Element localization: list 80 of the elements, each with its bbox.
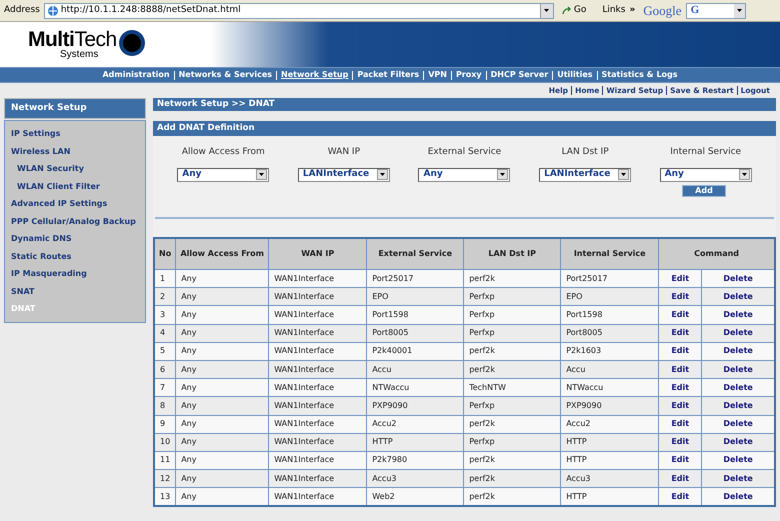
table-cell: 9 — [154, 415, 176, 434]
table-cell: Port1598 — [560, 306, 659, 324]
nav-link[interactable]: Networks & Services — [178, 69, 272, 81]
sidebar-link[interactable]: IP Settings — [11, 125, 139, 142]
table-cell: 3 — [154, 306, 176, 324]
table-cell: perf2k — [464, 415, 561, 434]
sidebar-link[interactable]: Dynamic DNS — [11, 230, 139, 248]
table-cell: Any — [176, 396, 269, 415]
dropdown[interactable]: LANInterface — [539, 168, 632, 182]
table-cell: Port8005 — [366, 324, 464, 342]
field-label: Allow Access From — [182, 146, 265, 159]
sidebar-link[interactable]: Wireless LAN — [11, 142, 139, 160]
nav-link[interactable]: Administration — [102, 69, 170, 81]
table-cell: P2k1603 — [560, 342, 659, 360]
field-label: Internal Service — [670, 146, 742, 159]
address-field[interactable]: http://10.1.1.248:8888/netSetDnat.html — [44, 2, 554, 18]
table-cell: WAN1Interface — [268, 306, 367, 324]
table-cell: Any — [176, 324, 269, 342]
sidebar-link[interactable]: WLAN Security — [11, 160, 139, 178]
field-label: External Service — [428, 146, 502, 159]
breadcrumb: Network Setup >> DNAT — [153, 98, 776, 111]
add-button[interactable]: Add — [682, 184, 726, 196]
table-cell: 8 — [154, 396, 176, 415]
table-cell: Any — [176, 415, 269, 434]
sidebar-title: Network Setup — [4, 98, 146, 119]
table-cell: HTTP — [366, 433, 464, 452]
table-cell: 10 — [154, 433, 176, 452]
nav-link[interactable]: VPN — [428, 69, 447, 81]
table-cell: Port8005 — [560, 324, 659, 342]
table-cell: perf2k — [464, 342, 561, 360]
panel-title: Add DNAT Definition — [153, 121, 776, 136]
go-arrow-icon — [562, 6, 572, 16]
nav-link[interactable]: Proxy — [456, 69, 482, 81]
table-cell: HTTP — [560, 433, 659, 452]
table-cell: Perfxp — [464, 433, 561, 452]
links-label[interactable]: Links — [602, 4, 626, 18]
table-cell: Perfxp — [464, 324, 561, 342]
table-cell: Any — [176, 342, 269, 360]
table-cell: Port1598 — [366, 306, 464, 324]
nav-link[interactable]: Packet Filters — [357, 69, 420, 81]
sidebar-link[interactable]: WLAN Client Filter — [11, 178, 139, 195]
nav-link[interactable]: Network Setup — [281, 69, 348, 81]
table-cell: WAN1Interface — [268, 324, 367, 342]
table-cell: Any — [176, 433, 269, 452]
table-cell: Perfxp — [464, 396, 561, 415]
more-chevron[interactable]: » — [629, 4, 636, 18]
table-cell: 5 — [154, 342, 176, 360]
table-cell: Any — [176, 306, 269, 324]
search-brand: Google — [643, 2, 682, 20]
dropdown[interactable]: Any — [660, 168, 752, 182]
table-cell: WAN1Interface — [268, 415, 367, 434]
table-cell: Accu2 — [560, 415, 659, 434]
table-cell: WAN1Interface — [268, 342, 367, 360]
sidebar-link[interactable]: Advanced IP Settings — [11, 195, 139, 212]
sidebar-link[interactable]: SNAT — [11, 282, 139, 300]
table-cell: PXP9090 — [366, 396, 464, 415]
page-icon — [46, 4, 59, 16]
table-cell: PXP9090 — [560, 396, 659, 415]
dropdown[interactable]: Any — [177, 168, 270, 182]
table-cell: Accu2 — [366, 415, 464, 434]
search-field[interactable]: G — [686, 2, 746, 18]
sidebar-link[interactable]: IP Masquerading — [11, 265, 139, 282]
table-cell: P2k40001 — [366, 342, 464, 360]
nav-link[interactable]: Statistics & Logs — [602, 69, 678, 81]
field-label: WAN IP — [328, 146, 360, 159]
sidebar-link[interactable]: PPP Cellular/Analog Backup — [11, 212, 139, 230]
field-label: LAN Dst IP — [562, 146, 609, 159]
table-cell: WAN1Interface — [268, 396, 367, 415]
logo-circle-icon — [118, 28, 146, 56]
nav-link[interactable]: Utilities — [557, 69, 593, 81]
nav-link[interactable]: DHCP Server — [490, 69, 548, 81]
table-cell: WAN1Interface — [268, 433, 367, 452]
go-button[interactable]: Go — [558, 4, 590, 18]
address-label: Address — [4, 4, 40, 17]
logo: MultiTech Systems — [28, 29, 146, 60]
sidebar-link[interactable]: Static Routes — [11, 248, 139, 265]
dropdown[interactable]: LANInterface — [298, 168, 390, 182]
table-cell: Perfxp — [464, 306, 561, 324]
dropdown[interactable]: Any — [418, 168, 510, 182]
table-cell: 4 — [154, 324, 176, 342]
